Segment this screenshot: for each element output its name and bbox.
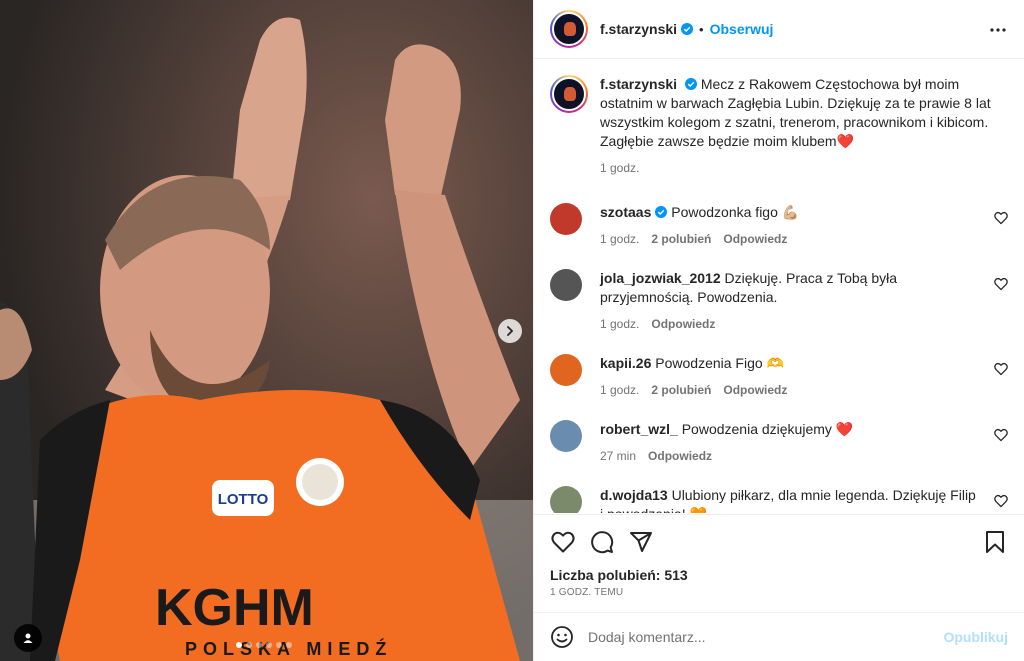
commenter-username[interactable]: jola_jozwiak_2012 — [600, 270, 721, 286]
comment-meta: 1 godz. 2 polubień Odpowiedz — [600, 230, 980, 249]
commenter-avatar[interactable] — [550, 420, 582, 452]
comment-time[interactable]: 1 godz. — [600, 383, 639, 397]
commenter-avatar[interactable] — [550, 269, 582, 301]
caption-username[interactable]: f.starzynski — [600, 76, 677, 92]
post-photo: LOTTO KGHM POLSKA MIEDŹ — [0, 0, 533, 661]
commenter-username[interactable]: d.wojda13 — [600, 487, 668, 503]
comments-section[interactable]: f.starzynski Mecz z Rakowem Częstochowa … — [534, 59, 1024, 513]
comment-like-icon[interactable] — [994, 211, 1008, 225]
comment-time[interactable]: 1 godz. — [600, 317, 639, 331]
carousel-dot — [276, 642, 282, 648]
reply-button[interactable]: Odpowiedz — [723, 232, 787, 246]
comment-item: jola_jozwiak_2012 Dziękuję. Praca z Tobą… — [550, 269, 1008, 334]
carousel-dot — [266, 642, 272, 648]
commenter-avatar[interactable] — [550, 486, 582, 513]
chevron-right-icon — [507, 326, 514, 336]
reply-button[interactable]: Odpowiedz — [651, 317, 715, 331]
reply-button[interactable]: Odpowiedz — [648, 449, 712, 463]
comment-like-icon[interactable] — [994, 362, 1008, 376]
like-button[interactable] — [550, 529, 576, 555]
comment-text: Powodzenia dziękujemy ❤️ — [681, 421, 854, 437]
post-side-panel: f.starzynski • Obserwuj f.starzynski Mec… — [533, 0, 1024, 661]
comment-text: Powodzenia Figo 🫶 — [655, 355, 784, 371]
comment-like-icon[interactable] — [994, 428, 1008, 442]
share-button[interactable] — [628, 529, 654, 555]
author-username[interactable]: f.starzynski — [600, 21, 677, 37]
emoji-icon[interactable] — [550, 625, 574, 649]
carousel-indicator — [236, 642, 292, 648]
carousel-dot — [236, 642, 242, 648]
caption-time[interactable]: 1 godz. — [600, 161, 639, 175]
post-dialog: LOTTO KGHM POLSKA MIEDŹ f.starzynski • O… — [0, 0, 1024, 661]
comment-meta: 1 godz. 2 polubień Odpowiedz — [600, 381, 980, 400]
sponsor-text: LOTTO — [218, 491, 269, 508]
comment-item: robert_wzl_ Powodzenia dziękujemy ❤️ 27 m… — [550, 420, 1008, 466]
heart-icon — [551, 531, 575, 553]
comment-meta: 1 godz. Odpowiedz — [600, 315, 980, 334]
comment-item: kapii.26 Powodzenia Figo 🫶 1 godz. 2 polub… — [550, 354, 1008, 400]
shirt-sponsor: KGHM — [155, 579, 314, 637]
post-header: f.starzynski • Obserwuj — [534, 0, 1024, 59]
commenter-username[interactable]: robert_wzl_ — [600, 421, 678, 437]
follow-button[interactable]: Obserwuj — [710, 21, 774, 37]
likes-count[interactable]: Liczba polubień: 513 — [550, 567, 1008, 583]
verified-badge-icon — [684, 78, 697, 90]
comment-text: Powodzonka figo 💪🏼 — [671, 204, 800, 220]
separator-bullet: • — [699, 21, 704, 37]
comment-button[interactable] — [589, 529, 615, 555]
comment-item: szotaas Powodzonka figo 💪🏼 1 godz. 2 polub… — [550, 203, 1008, 249]
carousel-dot — [286, 642, 292, 648]
save-button[interactable] — [982, 529, 1008, 555]
author-avatar[interactable] — [550, 10, 588, 48]
verified-badge-icon — [681, 23, 694, 35]
carousel-next-button[interactable] — [498, 319, 522, 343]
tagged-users-button[interactable] — [14, 624, 42, 652]
comment-icon — [591, 531, 614, 554]
comment-like-icon[interactable] — [994, 494, 1008, 508]
commenter-avatar[interactable] — [550, 354, 582, 386]
comment-time[interactable]: 27 min — [600, 449, 636, 463]
carousel-dot — [246, 642, 252, 648]
more-options-button[interactable] — [988, 20, 1008, 40]
comment-input[interactable] — [588, 629, 944, 645]
comment-meta: 27 min Odpowiedz — [600, 447, 980, 466]
comment-item: d.wojda13 Ulubiony piłkarz, dla mnie leg… — [550, 486, 1008, 513]
comment-likes[interactable]: 2 polubień — [651, 232, 711, 246]
post-actions: Liczba polubień: 513 1 GODZ. TEMU — [534, 514, 1024, 612]
comment-time[interactable]: 1 godz. — [600, 232, 639, 246]
more-horizontal-icon — [990, 28, 1006, 32]
add-comment-bar: Opublikuj — [534, 612, 1024, 661]
commenter-avatar[interactable] — [550, 203, 582, 235]
commenter-username[interactable]: kapii.26 — [600, 355, 651, 371]
caption-avatar[interactable] — [550, 75, 588, 113]
reply-button[interactable]: Odpowiedz — [723, 383, 787, 397]
bookmark-icon — [986, 531, 1004, 553]
commenter-username[interactable]: szotaas — [600, 204, 651, 220]
share-icon — [630, 532, 652, 552]
post-timestamp[interactable]: 1 GODZ. TEMU — [550, 587, 1008, 598]
publish-button[interactable]: Opublikuj — [943, 629, 1008, 645]
user-tag-icon — [23, 633, 33, 643]
comment-likes[interactable]: 2 polubień — [651, 383, 711, 397]
comment-like-icon[interactable] — [994, 277, 1008, 291]
post-media: LOTTO KGHM POLSKA MIEDŹ — [0, 0, 533, 661]
comment-list: szotaas Powodzonka figo 💪🏼 1 godz. 2 polub… — [550, 203, 1008, 513]
post-caption: f.starzynski Mecz z Rakowem Częstochowa … — [550, 75, 1008, 178]
verified-badge-icon — [655, 206, 668, 218]
carousel-dot — [256, 642, 262, 648]
